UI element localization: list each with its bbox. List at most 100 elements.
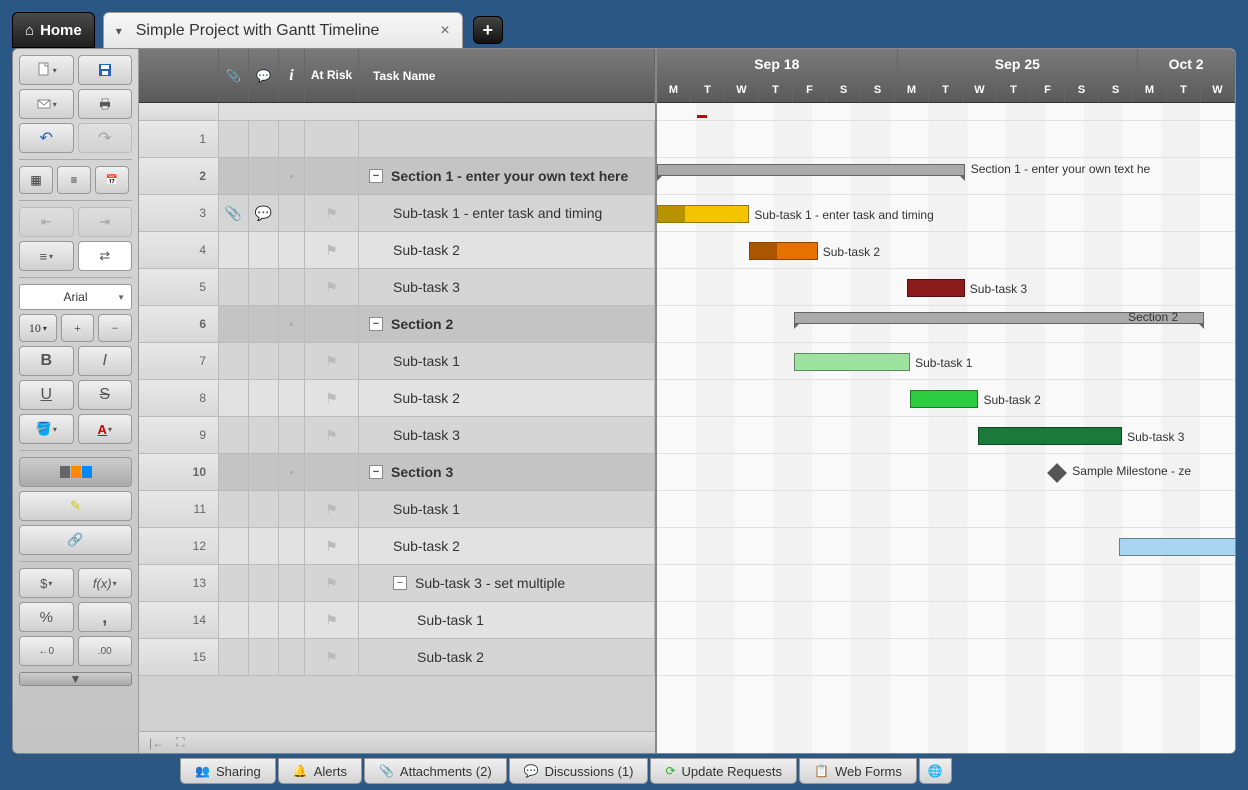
- cell-task-name[interactable]: Sub-task 2: [359, 232, 655, 268]
- cell-comment[interactable]: [249, 269, 279, 305]
- cell-attachment[interactable]: [219, 565, 249, 601]
- grid-row[interactable]: 7⚑Sub-task 1: [139, 343, 655, 380]
- save-button[interactable]: [78, 55, 133, 85]
- cell-comment[interactable]: [249, 491, 279, 527]
- new-tab-button[interactable]: +: [473, 16, 503, 44]
- cell-comment[interactable]: [249, 454, 279, 490]
- undo-button[interactable]: ↶: [19, 123, 74, 153]
- tab-close-icon[interactable]: ×: [436, 22, 453, 40]
- cell-comment[interactable]: [249, 232, 279, 268]
- grid-row[interactable]: 10▪−Section 3: [139, 454, 655, 491]
- grid-row[interactable]: 13⚑−Sub-task 3 - set multiple: [139, 565, 655, 602]
- cell-task-name[interactable]: −Section 1 - enter your own text here: [359, 158, 655, 194]
- expand-icon[interactable]: −: [393, 576, 407, 590]
- cell-comment[interactable]: [249, 306, 279, 342]
- tab-menu-icon[interactable]: ▾: [112, 24, 126, 38]
- gantt-row[interactable]: [657, 602, 1235, 639]
- cell-task-name[interactable]: Sub-task 2: [359, 639, 655, 675]
- gantt-row[interactable]: Section 2: [657, 306, 1235, 343]
- task-bar[interactable]: Sub-task 3: [907, 279, 965, 297]
- cell-comment[interactable]: [249, 417, 279, 453]
- cell-info[interactable]: [279, 528, 305, 564]
- currency-button[interactable]: $▾: [19, 568, 74, 598]
- cell-risk[interactable]: ⚑: [305, 195, 359, 231]
- gantt-row[interactable]: Sub-task 2: [657, 232, 1235, 269]
- cell-attachment[interactable]: [219, 121, 249, 157]
- gantt-view-button[interactable]: ≡: [57, 166, 91, 194]
- cell-task-name[interactable]: −Sub-task 3 - set multiple: [359, 565, 655, 601]
- col-at-risk[interactable]: At Risk: [305, 49, 359, 102]
- font-family-select[interactable]: Arial: [19, 284, 132, 310]
- gantt-row[interactable]: Sub-task 2: [657, 380, 1235, 417]
- grid-row[interactable]: 9⚑Sub-task 3: [139, 417, 655, 454]
- highlight-button[interactable]: ✎: [19, 491, 132, 521]
- cell-comment[interactable]: [249, 380, 279, 416]
- cell-comment[interactable]: [249, 565, 279, 601]
- decrease-decimal-button[interactable]: ←0: [19, 636, 74, 666]
- gantt-row[interactable]: Sub-task 3: [657, 269, 1235, 306]
- grid-row[interactable]: 1: [139, 121, 655, 158]
- col-info[interactable]: i: [279, 49, 305, 102]
- gantt-row[interactable]: [657, 639, 1235, 676]
- cell-risk[interactable]: [305, 454, 359, 490]
- cell-attachment[interactable]: [219, 158, 249, 194]
- cell-risk[interactable]: ⚑: [305, 491, 359, 527]
- cell-info[interactable]: ▪: [279, 454, 305, 490]
- expand-icon[interactable]: −: [369, 465, 383, 479]
- cell-risk[interactable]: [305, 158, 359, 194]
- outdent-button[interactable]: ⇤: [19, 207, 74, 237]
- expand-icon[interactable]: −: [369, 317, 383, 331]
- task-bar[interactable]: [1119, 538, 1235, 556]
- align-button[interactable]: ≡▾: [19, 241, 74, 271]
- alerts-tab[interactable]: 🔔Alerts: [278, 758, 362, 784]
- cell-attachment[interactable]: [219, 602, 249, 638]
- web-forms-tab[interactable]: 📋Web Forms: [799, 758, 917, 784]
- sharing-tab[interactable]: 👥Sharing: [180, 758, 276, 784]
- task-bar[interactable]: Sub-task 1: [794, 353, 910, 371]
- cell-comment[interactable]: 💬: [249, 195, 279, 231]
- grid-row[interactable]: 5⚑Sub-task 3: [139, 269, 655, 306]
- cell-attachment[interactable]: [219, 417, 249, 453]
- redo-button[interactable]: ↷: [78, 123, 133, 153]
- cell-attachment[interactable]: 📎: [219, 195, 249, 231]
- cell-info[interactable]: [279, 195, 305, 231]
- cell-attachment[interactable]: [219, 454, 249, 490]
- grid-row[interactable]: 3📎💬⚑Sub-task 1 - enter task and timing: [139, 195, 655, 232]
- cell-info[interactable]: [279, 232, 305, 268]
- col-attachment[interactable]: 📎: [219, 49, 249, 102]
- cell-task-name[interactable]: Sub-task 1: [359, 602, 655, 638]
- cell-risk[interactable]: ⚑: [305, 380, 359, 416]
- link-button[interactable]: 🔗: [19, 525, 132, 555]
- cell-risk[interactable]: ⚑: [305, 232, 359, 268]
- cell-info[interactable]: [279, 565, 305, 601]
- cell-risk[interactable]: [305, 121, 359, 157]
- cell-comment[interactable]: [249, 343, 279, 379]
- task-bar[interactable]: Sub-task 1 - enter task and timing: [657, 205, 749, 223]
- grid-row[interactable]: 4⚑Sub-task 2: [139, 232, 655, 269]
- cell-comment[interactable]: [249, 158, 279, 194]
- grid-row[interactable]: 15⚑Sub-task 2: [139, 639, 655, 676]
- cell-comment[interactable]: [249, 602, 279, 638]
- grid-row[interactable]: 14⚑Sub-task 1: [139, 602, 655, 639]
- email-button[interactable]: ▾: [19, 89, 74, 119]
- scroll-start-icon[interactable]: |←: [149, 736, 164, 750]
- fullscreen-icon[interactable]: ⛶: [176, 735, 184, 750]
- task-bar[interactable]: Sub-task 2: [749, 242, 817, 260]
- cell-info[interactable]: [279, 269, 305, 305]
- cell-info[interactable]: [279, 121, 305, 157]
- cell-attachment[interactable]: [219, 528, 249, 564]
- cell-task-name[interactable]: Sub-task 3: [359, 417, 655, 453]
- cell-risk[interactable]: ⚑: [305, 639, 359, 675]
- increase-decimal-button[interactable]: .00: [78, 636, 133, 666]
- bold-button[interactable]: B: [19, 346, 74, 376]
- cell-risk[interactable]: ⚑: [305, 602, 359, 638]
- cell-info[interactable]: [279, 602, 305, 638]
- summary-bar[interactable]: [657, 164, 965, 176]
- calendar-view-button[interactable]: 📅: [95, 166, 129, 194]
- cell-risk[interactable]: ⚑: [305, 343, 359, 379]
- grid-row[interactable]: 8⚑Sub-task 2: [139, 380, 655, 417]
- cell-info[interactable]: [279, 639, 305, 675]
- font-decrease-button[interactable]: −: [98, 314, 132, 342]
- grid-view-button[interactable]: ▦: [19, 166, 53, 194]
- publish-tab[interactable]: 🌐: [919, 758, 952, 784]
